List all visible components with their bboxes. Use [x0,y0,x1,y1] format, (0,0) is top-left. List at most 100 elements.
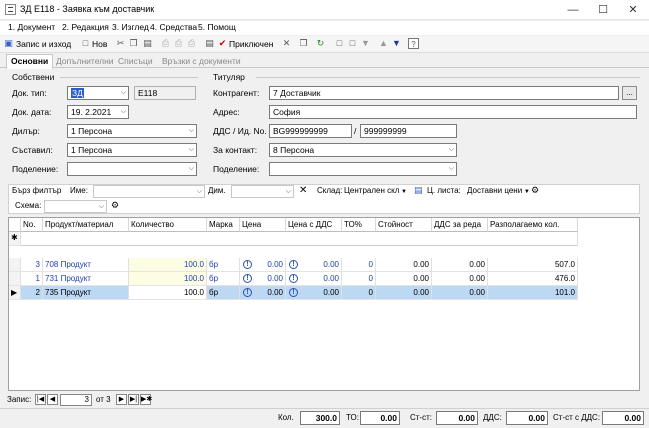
cell-vat-row[interactable]: 0.00 [432,286,488,300]
first-record-icon[interactable]: |◀ [35,394,46,405]
posted-button[interactable]: Приключен [229,38,273,51]
cell-available[interactable]: 101.0 [488,286,578,300]
row-selector[interactable]: ▶ [9,286,21,300]
author-select[interactable]: 1 Персона ⌵ [67,143,197,157]
move-down-icon[interactable]: ▼ [391,38,402,49]
contractor-browse-button[interactable]: ... [622,86,637,100]
own-division-select[interactable]: ⌵ [67,162,197,176]
doc-type-select[interactable]: ЗД ⌵ [67,86,129,100]
cell-price[interactable]: ! 0.00 [240,272,286,286]
cell-product[interactable]: 731 Продукт [43,272,129,286]
col-header-unit[interactable]: Марка [207,218,240,232]
pricelist-settings-icon[interactable]: ⚙ [531,185,539,196]
col-header-quantity[interactable]: Количество [129,218,207,232]
paste-icon[interactable]: ▤ [142,38,153,49]
info-icon[interactable]: ! [289,288,298,297]
record-number-input[interactable]: 3 [60,394,92,406]
copy-doc-icon[interactable]: ❐ [298,38,309,49]
cell-quantity[interactable]: 100.0 [129,272,207,286]
cell-no[interactable]: 1 [21,272,43,286]
chevron-down-icon[interactable]: ⌵ [121,106,126,118]
prev-record-icon[interactable]: ◀ [47,394,58,405]
page-icon[interactable]: □ [334,38,345,49]
holder-division-select[interactable]: ⌵ [269,162,457,176]
cell-value[interactable]: 0.00 [376,272,432,286]
col-header-available[interactable]: Разполагаемо кол. [488,218,578,232]
menu-help[interactable]: 5. Помощ [198,22,236,32]
chevron-down-icon[interactable]: ⌵ [121,87,126,99]
info-icon[interactable]: ! [243,288,252,297]
tab-doc-links[interactable]: Връзки с документи [158,55,245,68]
name-filter-input[interactable]: ⌵ [93,185,205,198]
cell-available[interactable]: 476.0 [488,272,578,286]
cell-product[interactable]: 708 Продукт [43,258,129,272]
document-icon[interactable]: ▤ [204,38,215,49]
cell-value[interactable]: 0.00 [376,258,432,272]
cell-quantity[interactable]: 100.0 [129,258,207,272]
minimize-button[interactable]: — [558,0,588,20]
print-setup-icon[interactable]: ⎙ [186,38,197,49]
cell-unit[interactable]: бр [207,286,240,300]
col-header-vat-row[interactable]: ДДС за реда [432,218,488,232]
clear-filter-icon[interactable]: ✕ [299,185,307,196]
address-field[interactable]: София [269,105,637,119]
menu-view[interactable]: 3. Изглед [112,22,149,32]
chevron-down-icon[interactable]: ⌵ [189,144,194,156]
filter-icon[interactable]: ▼ [360,38,371,49]
cell-price[interactable]: ! 0.00 [240,258,286,272]
new-button[interactable]: Нов [92,38,107,51]
close-button[interactable]: ✕ [618,0,648,20]
vat-number-field[interactable]: BG999999999 [269,124,352,138]
contact-select[interactable]: 8 Персона ⌵ [269,143,457,157]
new-row[interactable] [21,232,578,246]
last-record-icon[interactable]: ▶| [128,394,139,405]
next-record-icon[interactable]: ▶ [116,394,127,405]
print-icon[interactable]: ⎙ [160,38,171,49]
cell-no[interactable]: 2 [21,286,43,300]
menu-document[interactable]: 1. Документ [8,22,55,32]
cell-price[interactable]: ! 0.00 [240,286,286,300]
print-preview-icon[interactable]: ⎙ [173,38,184,49]
doc-date-field[interactable]: 19. 2.2021 ⌵ [67,105,129,119]
info-icon[interactable]: ! [289,274,298,283]
cell-price-vat[interactable]: ! 0.00 [286,272,342,286]
checkmark-icon[interactable]: ✔ [217,38,228,49]
new-doc-icon[interactable]: □ [80,38,91,49]
chevron-down-icon[interactable]: ⌵ [286,186,291,197]
row-selector[interactable] [9,258,21,272]
cell-available[interactable]: 507.0 [488,258,578,272]
info-icon[interactable]: ! [243,274,252,283]
warehouse-info-icon[interactable]: ▤ [414,185,423,196]
save-exit-button[interactable]: Запис и изход [16,38,71,51]
dim-filter-input[interactable]: ⌵ [231,185,294,198]
info-icon[interactable]: ! [243,260,252,269]
help-icon[interactable]: ? [408,38,419,49]
dealer-select[interactable]: 1 Персона ⌵ [67,124,197,138]
new-record-icon[interactable]: ▶✱ [140,394,152,405]
chevron-down-icon[interactable]: ⌵ [197,186,202,197]
refresh-icon[interactable]: ↻ [315,38,326,49]
cell-value[interactable]: 0.00 [376,286,432,300]
cell-vat-row[interactable]: 0.00 [432,258,488,272]
cell-to[interactable]: 0 [342,258,376,272]
scheme-settings-icon[interactable]: ⚙ [111,200,119,211]
row-selector[interactable] [9,272,21,286]
col-header-price[interactable]: Цена [240,218,286,232]
tab-main[interactable]: Основни [6,54,54,69]
save-icon[interactable]: ▣ [3,38,14,49]
cell-price-vat[interactable]: ! 0.00 [286,286,342,300]
scheme-select[interactable]: ⌵ [44,200,107,213]
col-header-to[interactable]: ТО% [342,218,376,232]
chevron-down-icon[interactable]: ⌵ [449,163,454,175]
cell-no[interactable]: 3 [21,258,43,272]
tab-additional[interactable]: Допълнителни [52,55,118,68]
cell-quantity[interactable]: 100.0 [129,286,207,300]
tab-lists[interactable]: Списъци [114,55,157,68]
cell-unit[interactable]: бр [207,272,240,286]
delete-icon[interactable]: ✕ [281,38,292,49]
copy-icon[interactable]: ❐ [128,38,139,49]
maximize-button[interactable]: ☐ [588,0,618,20]
warehouse-select[interactable]: Централен скл ▼ [344,186,407,195]
cell-product[interactable]: 735 Продукт [43,286,129,300]
page-copy-icon[interactable]: □ [347,38,358,49]
